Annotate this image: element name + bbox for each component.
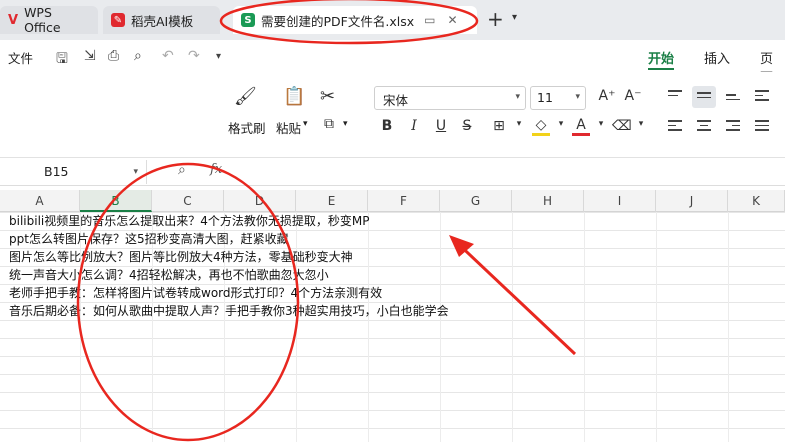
docer-logo-icon: ✎: [111, 13, 125, 27]
print-icon[interactable]: ⎙: [108, 48, 119, 64]
ribbon-toolbar: 🖌 格式刷 📋 粘贴 ▾ ✂ ⧉ ▾ 宋体 ▾ 11 ▾ A⁺ A⁻ B I U…: [0, 72, 785, 158]
cell-a4[interactable]: 统一声音大小怎么调？4招轻松解决，再也不怕歌曲忽大忽小: [9, 266, 329, 284]
align-bottom-icon[interactable]: [726, 94, 740, 103]
underline-button[interactable]: U: [432, 118, 450, 134]
tab-home[interactable]: 开始: [648, 48, 674, 67]
column-header-g[interactable]: G: [440, 190, 512, 212]
paste-label[interactable]: 粘贴: [276, 118, 301, 137]
italic-button[interactable]: I: [405, 118, 423, 134]
active-tab-indicator: [648, 68, 674, 70]
print-preview-icon[interactable]: ⌕: [134, 48, 142, 64]
fill-color-icon[interactable]: ◇: [532, 117, 550, 136]
cell-a6[interactable]: 音乐后期必备：如何从歌曲中提取人声？手把手教你3种超实用技巧，小白也能学会: [9, 302, 449, 320]
cell-a1[interactable]: bilibili视频里的音乐怎么提取出来？4个方法教你无损提取，秒变MP: [9, 212, 369, 230]
cut-icon[interactable]: ✂: [320, 86, 335, 107]
chevron-down-icon: ▾: [515, 92, 520, 102]
font-color-icon[interactable]: A: [572, 117, 590, 136]
cell-a2[interactable]: ppt怎么转图片保存？这5招秒变高清大图，赶紧收藏: [9, 230, 289, 248]
chevron-down-icon[interactable]: ▾: [510, 119, 528, 129]
grid-line: [368, 212, 369, 442]
bold-button[interactable]: B: [378, 118, 396, 134]
align-center-icon[interactable]: [697, 120, 711, 134]
border-icon[interactable]: ⊞: [490, 118, 508, 134]
cell-reference: B15: [44, 164, 69, 179]
undo-icon[interactable]: ↶: [162, 48, 174, 64]
wps-logo-icon: V: [8, 12, 19, 28]
name-box[interactable]: B15 ▾: [0, 160, 147, 184]
tab-label: 稻壳AI模板: [131, 13, 194, 29]
clear-format-icon[interactable]: ⌫: [612, 118, 632, 134]
add-tab-icon[interactable]: +: [487, 9, 504, 29]
file-menu[interactable]: 文件: [8, 48, 33, 67]
align-left-icon[interactable]: [668, 120, 682, 134]
column-header-e[interactable]: E: [296, 190, 368, 212]
chevron-down-icon[interactable]: ▾: [343, 119, 348, 129]
grid-line: [656, 212, 657, 442]
cell-a5[interactable]: 老师手把手教：怎样将图片试卷转成word形式打印？4个方法亲测有效: [9, 284, 382, 302]
tab-monitor-icon[interactable]: ▭: [424, 13, 435, 27]
font-size-select[interactable]: 11 ▾: [530, 86, 586, 110]
column-header-a[interactable]: A: [0, 190, 80, 212]
search-icon[interactable]: ⌕: [178, 162, 186, 178]
chevron-down-icon[interactable]: ▾: [216, 51, 221, 62]
strikethrough-icon[interactable]: S̶: [458, 118, 476, 134]
align-top-icon[interactable]: [668, 90, 682, 99]
grid-line: [296, 212, 297, 442]
tab-insert[interactable]: 插入: [704, 48, 730, 67]
wrap-text-icon[interactable]: [755, 90, 769, 104]
redo-icon[interactable]: ↷: [188, 48, 200, 64]
tab-docer-ai[interactable]: ✎ 稻壳AI模板: [103, 6, 220, 34]
formula-bar: B15 ▾ ⌕ fx: [0, 158, 785, 186]
chevron-down-icon[interactable]: ▾: [592, 119, 610, 129]
close-icon[interactable]: ✕: [447, 13, 457, 27]
tab-spreadsheet-file[interactable]: S 需要创建的PDF文件名.xlsx ▭ ✕: [233, 6, 477, 34]
chevron-down-icon[interactable]: ▾: [303, 119, 308, 129]
paste-icon[interactable]: 📋: [283, 86, 305, 107]
align-right-icon[interactable]: [726, 120, 740, 134]
grid-line: [440, 212, 441, 442]
column-header-i[interactable]: I: [584, 190, 656, 212]
tab-wps-office[interactable]: V WPS Office: [0, 5, 98, 35]
font-name-value: 宋体: [383, 93, 409, 108]
column-header-h[interactable]: H: [512, 190, 584, 212]
grid-line: [584, 212, 585, 442]
format-painter-icon[interactable]: 🖌: [234, 86, 257, 107]
export-icon[interactable]: ⇲: [84, 48, 96, 64]
title-bar: V WPS Office ✎ 稻壳AI模板 S 需要创建的PDF文件名.xlsx…: [0, 0, 785, 40]
tab-label: 需要创建的PDF文件名.xlsx: [261, 13, 415, 29]
chevron-down-icon[interactable]: ▾: [512, 12, 517, 23]
justify-icon[interactable]: [755, 120, 769, 134]
column-headers: A B C D E F G H I J K: [0, 190, 785, 212]
column-header-j[interactable]: J: [656, 190, 728, 212]
spreadsheet-window: V WPS Office ✎ 稻壳AI模板 S 需要创建的PDF文件名.xlsx…: [0, 0, 785, 442]
column-header-b[interactable]: B: [80, 190, 152, 212]
tab-label: WPS Office: [24, 5, 61, 35]
column-header-f[interactable]: F: [368, 190, 440, 212]
column-header-k[interactable]: K: [728, 190, 785, 212]
chevron-down-icon[interactable]: ▾: [552, 119, 570, 129]
grid-line: [728, 212, 729, 442]
column-header-d[interactable]: D: [224, 190, 296, 212]
function-icon[interactable]: fx: [210, 162, 222, 177]
copy-icon[interactable]: ⧉: [324, 116, 334, 132]
chevron-down-icon[interactable]: ▾: [632, 119, 650, 129]
font-size-value: 11: [537, 90, 553, 105]
spreadsheet-icon: S: [241, 13, 255, 27]
save-icon[interactable]: 🖫: [56, 48, 68, 72]
increase-font-icon[interactable]: A⁺: [598, 88, 616, 104]
column-header-c[interactable]: C: [152, 190, 224, 212]
chevron-down-icon: ▾: [133, 167, 138, 177]
font-name-select[interactable]: 宋体 ▾: [374, 86, 526, 110]
decrease-font-icon[interactable]: A⁻: [624, 88, 642, 104]
grid-line: [512, 212, 513, 442]
cell-a3[interactable]: 图片怎么等比例放大？图片等比例放大4种方法，零基础秒变大神: [9, 248, 353, 266]
chevron-down-icon: ▾: [575, 92, 580, 102]
align-middle-icon[interactable]: [697, 92, 711, 101]
format-painter-label[interactable]: 格式刷: [228, 118, 266, 137]
